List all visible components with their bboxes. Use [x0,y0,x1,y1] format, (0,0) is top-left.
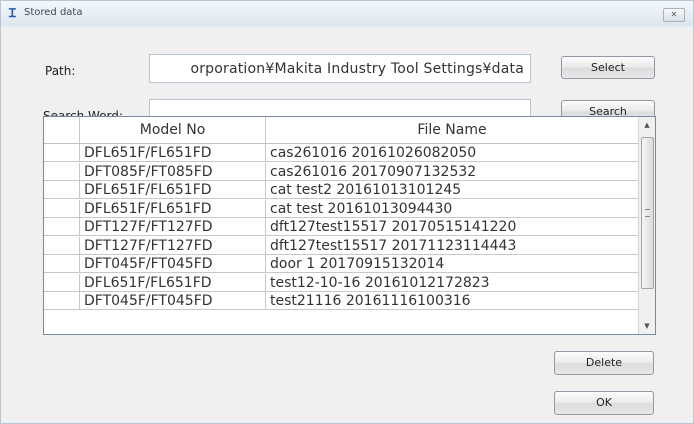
file-name-cell[interactable]: door 1 20170915132014 [266,255,638,273]
path-value: orporation¥Makita Industry Tool Settings… [190,61,524,77]
model-no-cell[interactable]: DFL651F/FL651FD [80,273,266,292]
title-bar: Ɪ Stored data ✕ [1,1,693,26]
row-header[interactable] [44,273,80,292]
grid-header: Model No File Name [44,117,638,144]
row-header[interactable] [44,255,80,273]
file-name-cell[interactable]: cat test2 20161013101245 [266,181,638,199]
model-no-cell[interactable]: DFT045F/FT045FD [80,292,266,310]
row-header[interactable] [44,199,80,218]
window-title: Stored data [24,7,83,18]
table-row[interactable]: DFT045F/FT045FD test21116 20161116100316 [44,292,638,310]
stored-data-window: Ɪ Stored data ✕ Path: orporation¥Makita … [0,0,694,424]
delete-button[interactable]: Delete [554,351,654,375]
file-name-cell[interactable]: dft127test15517 20171123114443 [266,237,638,255]
model-no-cell[interactable]: DFT045F/FT045FD [80,255,266,273]
column-header-model-no[interactable]: Model No [80,117,266,143]
select-button[interactable]: Select [561,56,655,79]
row-header[interactable] [44,292,80,310]
file-name-cell[interactable]: test12-10-16 20161012172823 [266,274,638,292]
model-no-cell[interactable]: DFT127F/FT127FD [80,218,266,236]
model-no-cell[interactable]: DFT127F/FT127FD [80,236,266,255]
row-header[interactable] [44,162,80,181]
table-row[interactable]: DFT127F/FT127FD dft127test15517 201705151… [44,218,638,236]
row-header[interactable] [44,236,80,255]
row-header-corner [44,117,80,143]
model-no-cell[interactable]: DFT085F/FT085FD [80,162,266,181]
file-name-cell[interactable]: cat test 20161013094430 [266,200,638,218]
stored-data-grid[interactable]: Model No File Name DFL651F/FL651FD cas261… [43,116,656,335]
file-name-cell[interactable]: dft127test15517 20170515141220 [266,218,638,236]
table-row[interactable]: DFT127F/FT127FD dft127test15517 201711231… [44,236,638,255]
model-no-cell[interactable]: DFL651F/FL651FD [80,181,266,199]
file-name-cell[interactable]: cas261016 20161026082050 [266,144,638,162]
row-header[interactable] [44,181,80,199]
model-no-cell[interactable]: DFL651F/FL651FD [80,199,266,218]
model-no-cell[interactable]: DFL651F/FL651FD [80,144,266,162]
table-row[interactable]: DFL651F/FL651FD test12-10-16 201610121728… [44,273,638,292]
grip-icon [645,209,650,217]
table-row[interactable]: DFT045F/FT045FD door 1 20170915132014 [44,255,638,273]
ok-button[interactable]: OK [554,391,654,415]
table-row[interactable]: DFL651F/FL651FD cas261016 20161026082050 [44,144,638,162]
row-header[interactable] [44,218,80,236]
file-name-cell[interactable]: cas261016 20170907132532 [266,163,638,181]
close-button[interactable]: ✕ [663,8,685,22]
app-icon: Ɪ [9,6,16,20]
path-label: Path: [45,64,76,78]
row-header[interactable] [44,144,80,162]
scroll-thumb[interactable] [641,137,654,289]
table-row[interactable]: DFT085F/FT085FD cas261016 20170907132532 [44,162,638,181]
path-field[interactable]: orporation¥Makita Industry Tool Settings… [149,54,531,83]
table-row[interactable]: DFL651F/FL651FD cat test 20161013094430 [44,199,638,218]
file-name-cell[interactable]: test21116 20161116100316 [266,292,638,310]
vertical-scrollbar[interactable]: ▲ ▼ [638,117,655,334]
column-header-file-name[interactable]: File Name [266,117,638,143]
table-row[interactable]: DFL651F/FL651FD cat test2 20161013101245 [44,181,638,199]
scroll-up-icon[interactable]: ▲ [639,117,655,133]
scroll-down-icon[interactable]: ▼ [639,318,655,334]
